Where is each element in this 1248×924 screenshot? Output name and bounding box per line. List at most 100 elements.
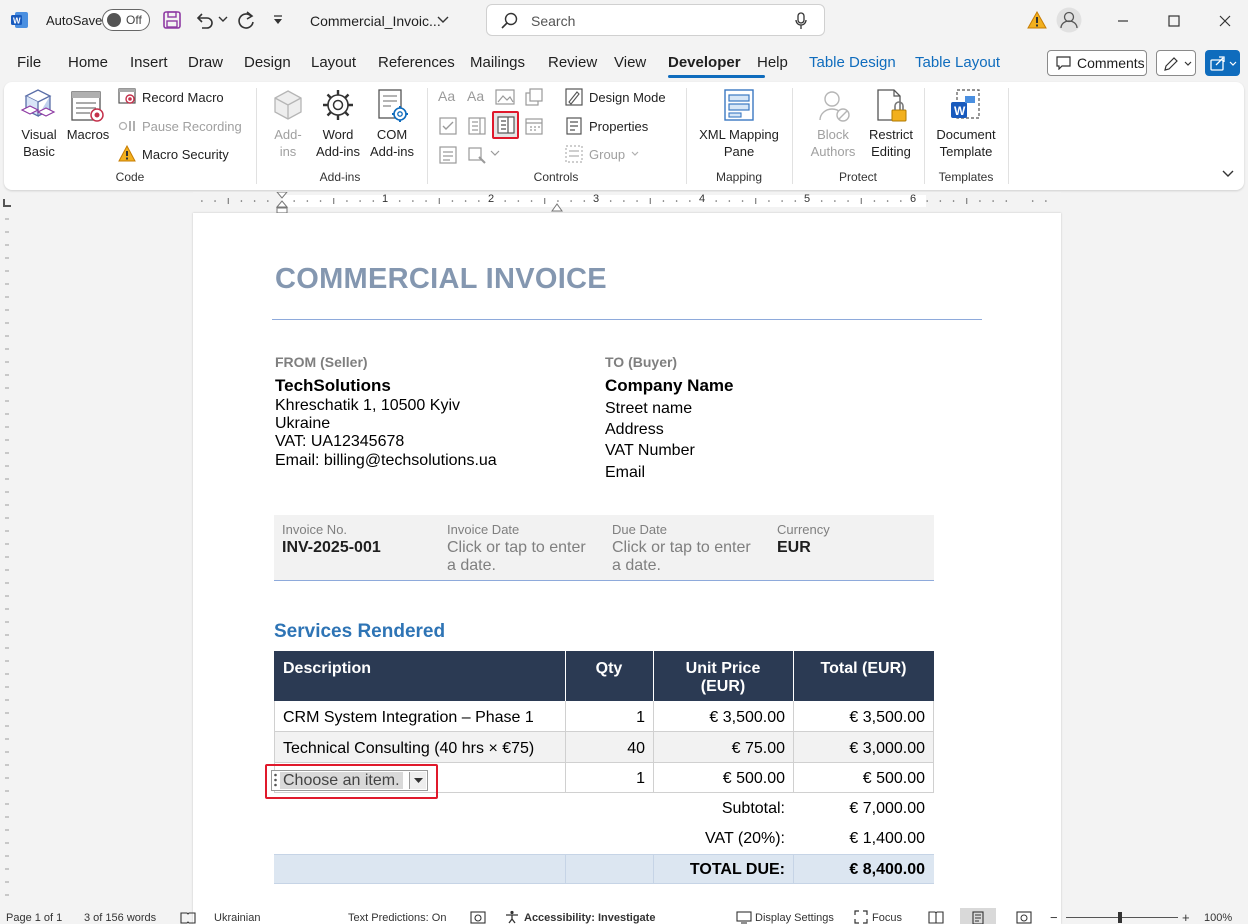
com-add-ins-button[interactable]: COM Add-ins — [366, 86, 418, 162]
accessibility-icon[interactable] — [505, 910, 519, 924]
accessibility-status[interactable]: Accessibility: Investigate — [524, 912, 655, 924]
indent-marker-icon[interactable] — [276, 192, 288, 214]
comments-button[interactable]: Comments — [1047, 50, 1147, 76]
document-title[interactable]: Commercial_Invoic... — [310, 13, 441, 29]
warning-icon[interactable] — [1027, 11, 1047, 29]
horizontal-ruler[interactable]: 1 2 3 4 5 6 — [193, 192, 1061, 214]
read-mode-icon[interactable] — [928, 911, 944, 924]
drag-handle-icon[interactable] — [273, 773, 278, 788]
record-macro-button[interactable]: Record Macro — [118, 88, 224, 106]
close-button[interactable] — [1200, 0, 1248, 42]
maximize-button[interactable] — [1149, 0, 1199, 42]
display-settings[interactable]: Display Settings — [755, 912, 834, 924]
macro-recording-icon[interactable] — [470, 911, 486, 924]
undo-dropdown-icon[interactable] — [218, 14, 228, 24]
repeating-section-content-control-icon[interactable] — [438, 145, 458, 165]
zoom-level[interactable]: 100% — [1204, 912, 1232, 924]
word-icon[interactable]: W — [11, 11, 29, 29]
picture-content-control-icon[interactable] — [495, 88, 515, 106]
tab-references[interactable]: References — [378, 54, 455, 71]
tab-help[interactable]: Help — [757, 54, 788, 71]
share-button[interactable] — [1205, 50, 1240, 76]
services-table: Description Qty Unit Price (EUR) Total (… — [265, 651, 934, 911]
autosave-toggle[interactable]: Off — [102, 9, 150, 31]
legacy-tools-chevron-down-icon[interactable] — [490, 150, 500, 158]
vertical-ruler[interactable] — [0, 213, 14, 908]
macro-security-button[interactable]: Macro Security — [118, 145, 229, 163]
tab-selector[interactable] — [3, 199, 11, 207]
tab-mailings[interactable]: Mailings — [470, 54, 525, 71]
share-icon — [1210, 56, 1225, 71]
proofing-book-icon[interactable] — [180, 911, 196, 924]
language[interactable]: Ukrainian — [214, 912, 260, 924]
dropdown-arrow-button[interactable] — [409, 772, 426, 789]
check-box-content-control-icon[interactable] — [438, 116, 458, 136]
word-add-ins-label-1: Word — [322, 127, 354, 142]
tab-draw[interactable]: Draw — [188, 54, 223, 71]
document-page[interactable]: COMMERCIAL INVOICE FROM (Seller) TechSol… — [193, 213, 1061, 924]
design-mode-button[interactable]: Design Mode — [565, 88, 666, 106]
row3-qty: 1 — [636, 770, 645, 787]
ruler-tick — [609, 200, 612, 202]
date-picker-content-control-icon[interactable] — [524, 116, 544, 136]
save-icon[interactable] — [162, 10, 182, 30]
tab-developer[interactable]: Developer — [668, 54, 741, 71]
choose-item-dropdown[interactable]: Choose an item. — [271, 770, 428, 791]
drop-down-list-content-control-button[interactable] — [492, 111, 519, 139]
account-avatar-icon[interactable] — [1056, 7, 1082, 33]
tab-review[interactable]: Review — [548, 54, 597, 71]
print-layout-button[interactable] — [960, 908, 996, 924]
editing-mode-button[interactable] — [1156, 50, 1196, 76]
due-date-picker[interactable]: Click or tap to enter a date. — [612, 539, 751, 575]
combo-box-content-control-icon[interactable] — [467, 116, 487, 136]
zoom-in-button[interactable]: + — [1182, 910, 1190, 924]
properties-button[interactable]: Properties — [565, 117, 648, 135]
xml-mapping-pane-button[interactable]: XML Mapping Pane — [694, 86, 784, 162]
building-block-gallery-icon[interactable] — [524, 87, 544, 107]
tab-insert[interactable]: Insert — [130, 54, 168, 71]
macros-button[interactable]: Macros — [64, 86, 112, 146]
invoice-date-picker[interactable]: Click or tap to enter a date. — [447, 539, 586, 575]
rich-text-content-control-icon[interactable]: Aa — [438, 88, 460, 108]
zoom-slider-thumb[interactable] — [1118, 912, 1122, 923]
focus-mode[interactable]: Focus — [872, 912, 902, 924]
redo-icon[interactable] — [236, 10, 256, 30]
dropdown-placeholder: Choose an item. — [280, 772, 403, 789]
design-mode-icon — [565, 88, 583, 106]
page-count[interactable]: Page 1 of 1 — [6, 912, 62, 924]
document-template-button[interactable]: W Document Template — [930, 86, 1002, 162]
visual-basic-button[interactable]: Visual Basic — [14, 86, 64, 162]
title-chevron-down-icon[interactable] — [437, 15, 449, 25]
tab-layout[interactable]: Layout — [311, 54, 356, 71]
tab-design[interactable]: Design — [244, 54, 291, 71]
collapse-ribbon-chevron-down-icon[interactable] — [1222, 170, 1234, 178]
zoom-out-button[interactable]: − — [1050, 910, 1058, 924]
customize-toolbar-icon[interactable] — [272, 14, 284, 26]
ruler-tick — [675, 200, 678, 202]
text-predictions[interactable]: Text Predictions: On — [348, 912, 446, 924]
word-count[interactable]: 3 of 156 words — [84, 912, 156, 924]
tab-file[interactable]: File — [17, 54, 41, 71]
minimize-icon — [1118, 20, 1128, 22]
ruler-tick — [583, 200, 586, 202]
web-layout-icon[interactable] — [1016, 911, 1032, 924]
zoom-slider[interactable] — [1066, 917, 1178, 918]
tab-home[interactable]: Home — [68, 54, 108, 71]
tab-table-design[interactable]: Table Design — [809, 54, 896, 71]
right-indent-marker-icon[interactable] — [551, 200, 563, 212]
display-settings-icon[interactable] — [736, 911, 752, 924]
restrict-editing-button[interactable]: Restrict Editing — [866, 86, 916, 162]
ruler-tick — [1045, 200, 1047, 202]
microphone-icon[interactable] — [794, 12, 808, 30]
pause-recording-icon — [118, 121, 135, 131]
minimize-button[interactable] — [1098, 0, 1148, 42]
legacy-tools-icon[interactable] — [467, 145, 487, 165]
tab-view[interactable]: View — [614, 54, 646, 71]
plain-text-content-control-icon[interactable]: Aa — [467, 88, 489, 108]
row1-qty: 1 — [636, 709, 645, 726]
word-add-ins-button[interactable]: Word Add-ins — [312, 86, 364, 162]
undo-icon[interactable] — [194, 10, 214, 30]
focus-icon[interactable] — [854, 910, 868, 924]
tab-table-layout[interactable]: Table Layout — [915, 54, 1000, 71]
search-box[interactable]: Search — [486, 4, 825, 36]
